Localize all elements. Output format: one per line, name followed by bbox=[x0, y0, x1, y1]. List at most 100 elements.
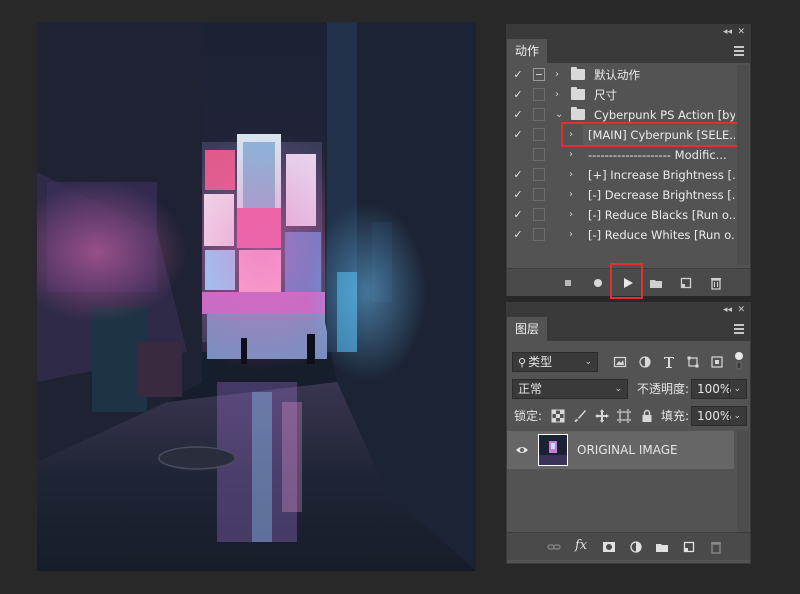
cyberpunk-alley-photo bbox=[37, 22, 476, 571]
dialog-toggle-box[interactable] bbox=[533, 228, 545, 241]
delete-icon[interactable] bbox=[709, 540, 723, 554]
dialog-toggle-box[interactable] bbox=[533, 208, 545, 221]
smart-object-filter-icon[interactable] bbox=[710, 355, 724, 369]
panel-menu-icon[interactable] bbox=[734, 324, 744, 334]
action-toggle-check[interactable]: ✓ bbox=[512, 228, 524, 242]
action-toggle-check[interactable]: ✓ bbox=[512, 108, 524, 122]
group-icon[interactable] bbox=[655, 540, 669, 554]
chevron-right-icon[interactable]: › bbox=[569, 148, 573, 162]
filter-toggle-icon[interactable] bbox=[734, 351, 744, 371]
new-action-icon[interactable] bbox=[679, 276, 693, 290]
action-label[interactable]: 尺寸 bbox=[594, 88, 735, 102]
fx-icon[interactable]: fx bbox=[575, 538, 587, 553]
chevron-right-icon[interactable]: › bbox=[569, 208, 573, 222]
action-toggle-check[interactable]: ✓ bbox=[512, 128, 524, 142]
blend-mode-label: 正常 bbox=[518, 382, 543, 396]
dialog-toggle-box[interactable] bbox=[533, 88, 545, 101]
action-toggle-check[interactable]: ✓ bbox=[512, 188, 524, 202]
fill-label: 填充: bbox=[661, 409, 690, 423]
dialog-toggle-box[interactable] bbox=[533, 128, 545, 141]
shape-filter-icon[interactable] bbox=[686, 355, 700, 369]
chevron-right-icon[interactable]: › bbox=[555, 68, 559, 82]
action-label[interactable]: [+] Increase Brightness [... bbox=[588, 168, 735, 182]
action-row[interactable]: ✓ › 尺寸 bbox=[507, 85, 749, 105]
filter-kind-select[interactable]: ⚲ 类型 ⌄ bbox=[512, 352, 598, 372]
action-label[interactable]: [-] Decrease Brightness [... bbox=[588, 188, 735, 202]
chevron-down-icon[interactable]: ⌄ bbox=[729, 407, 741, 425]
action-row[interactable]: ✓ › 默认动作 bbox=[507, 65, 749, 85]
eye-visibility-icon[interactable] bbox=[515, 443, 529, 457]
selected-action-highlight bbox=[561, 122, 745, 147]
collapse-icon[interactable]: ◂◂ bbox=[723, 304, 732, 316]
adjustment-filter-icon[interactable] bbox=[638, 355, 652, 369]
action-row[interactable]: › -------------------- Modific... bbox=[507, 145, 749, 165]
collapse-icon[interactable]: ◂◂ bbox=[723, 26, 732, 38]
layers-panel-grip[interactable]: ◂◂ ✕ bbox=[507, 303, 750, 317]
layers-tab-row: 图层 bbox=[507, 317, 750, 341]
lock-pixels-brush-icon[interactable] bbox=[573, 409, 587, 423]
action-row[interactable]: ✓ › [+] Increase Brightness [... bbox=[507, 165, 749, 185]
fill-input[interactable]: 100% ⌄ bbox=[691, 406, 747, 426]
dialog-toggle-box[interactable] bbox=[533, 168, 545, 181]
pixel-filter-icon[interactable] bbox=[613, 355, 627, 369]
blend-mode-select[interactable]: 正常 ⌄ bbox=[512, 379, 628, 399]
action-label[interactable]: [-] Reduce Whites [Run o... bbox=[588, 228, 735, 242]
chevron-right-icon[interactable]: › bbox=[555, 88, 559, 102]
action-toggle-check[interactable]: ✓ bbox=[512, 68, 524, 82]
action-row[interactable]: ✓ › [-] Decrease Brightness [... bbox=[507, 185, 749, 205]
action-toggle-check[interactable]: ✓ bbox=[512, 208, 524, 222]
lock-position-move-icon[interactable] bbox=[595, 409, 609, 423]
folder-icon bbox=[571, 107, 585, 120]
opacity-label: 不透明度: bbox=[637, 382, 690, 396]
play-button-highlight bbox=[610, 263, 643, 299]
action-row[interactable]: ✓ › [-] Reduce Blacks [Run o... bbox=[507, 205, 749, 225]
action-toggle-check[interactable]: ✓ bbox=[512, 88, 524, 102]
dialog-toggle-box[interactable] bbox=[533, 68, 545, 81]
new-set-icon[interactable] bbox=[649, 276, 663, 290]
chevron-down-icon: ⌄ bbox=[584, 357, 592, 367]
layer-row[interactable]: ORIGINAL IMAGE bbox=[507, 431, 734, 469]
record-icon[interactable] bbox=[591, 276, 605, 290]
filter-kind-label: 类型 bbox=[528, 355, 553, 369]
layers-scrollbar[interactable] bbox=[737, 431, 749, 532]
close-icon[interactable]: ✕ bbox=[737, 304, 745, 316]
document-canvas-image[interactable] bbox=[37, 22, 476, 571]
chevron-right-icon[interactable]: › bbox=[569, 188, 573, 202]
actions-scrollbar[interactable] bbox=[737, 65, 749, 265]
action-label[interactable]: 默认动作 bbox=[594, 68, 735, 82]
chevron-down-icon[interactable]: ⌄ bbox=[729, 380, 741, 398]
opacity-input[interactable]: 100% ⌄ bbox=[691, 379, 747, 399]
stop-icon[interactable] bbox=[561, 276, 575, 290]
adjustment-icon[interactable] bbox=[629, 540, 643, 554]
close-icon[interactable]: ✕ bbox=[737, 26, 745, 38]
dialog-toggle-box[interactable] bbox=[533, 188, 545, 201]
layer-name[interactable]: ORIGINAL IMAGE bbox=[577, 440, 678, 460]
layer-thumbnail[interactable] bbox=[538, 434, 568, 466]
action-label[interactable]: [-] Reduce Blacks [Run o... bbox=[588, 208, 735, 222]
mask-icon[interactable] bbox=[602, 540, 616, 554]
type-filter-icon[interactable] bbox=[662, 355, 676, 369]
dialog-toggle-box[interactable] bbox=[533, 148, 545, 161]
tab-actions[interactable]: 动作 bbox=[507, 39, 547, 63]
lock-all-icon[interactable] bbox=[640, 409, 654, 423]
chevron-right-icon[interactable]: › bbox=[569, 228, 573, 242]
action-row[interactable]: ✓ › [-] Reduce Whites [Run o... bbox=[507, 225, 749, 245]
chevron-right-icon[interactable]: › bbox=[569, 168, 573, 182]
folder-icon bbox=[571, 67, 585, 80]
action-label[interactable]: Cyberpunk PS Action [by ... bbox=[594, 108, 735, 122]
delete-icon[interactable] bbox=[709, 276, 723, 290]
action-label[interactable]: -------------------- Modific... bbox=[588, 148, 735, 162]
chevron-down-icon: ⌄ bbox=[614, 384, 622, 394]
lock-transparent-icon[interactable] bbox=[551, 409, 565, 423]
action-toggle-check[interactable]: ✓ bbox=[512, 168, 524, 182]
link-icon[interactable] bbox=[547, 540, 561, 554]
lock-artboard-icon[interactable] bbox=[617, 409, 631, 423]
new-layer-icon[interactable] bbox=[682, 540, 696, 554]
lock-label: 锁定: bbox=[514, 409, 543, 423]
panel-menu-icon[interactable] bbox=[734, 46, 744, 56]
dialog-toggle-box[interactable] bbox=[533, 108, 545, 121]
chevron-down-icon[interactable]: ⌄ bbox=[555, 108, 563, 122]
actions-panel-grip[interactable]: ◂◂ ✕ bbox=[507, 25, 750, 39]
tab-layers[interactable]: 图层 bbox=[507, 317, 547, 341]
actions-tab-row: 动作 bbox=[507, 39, 750, 63]
